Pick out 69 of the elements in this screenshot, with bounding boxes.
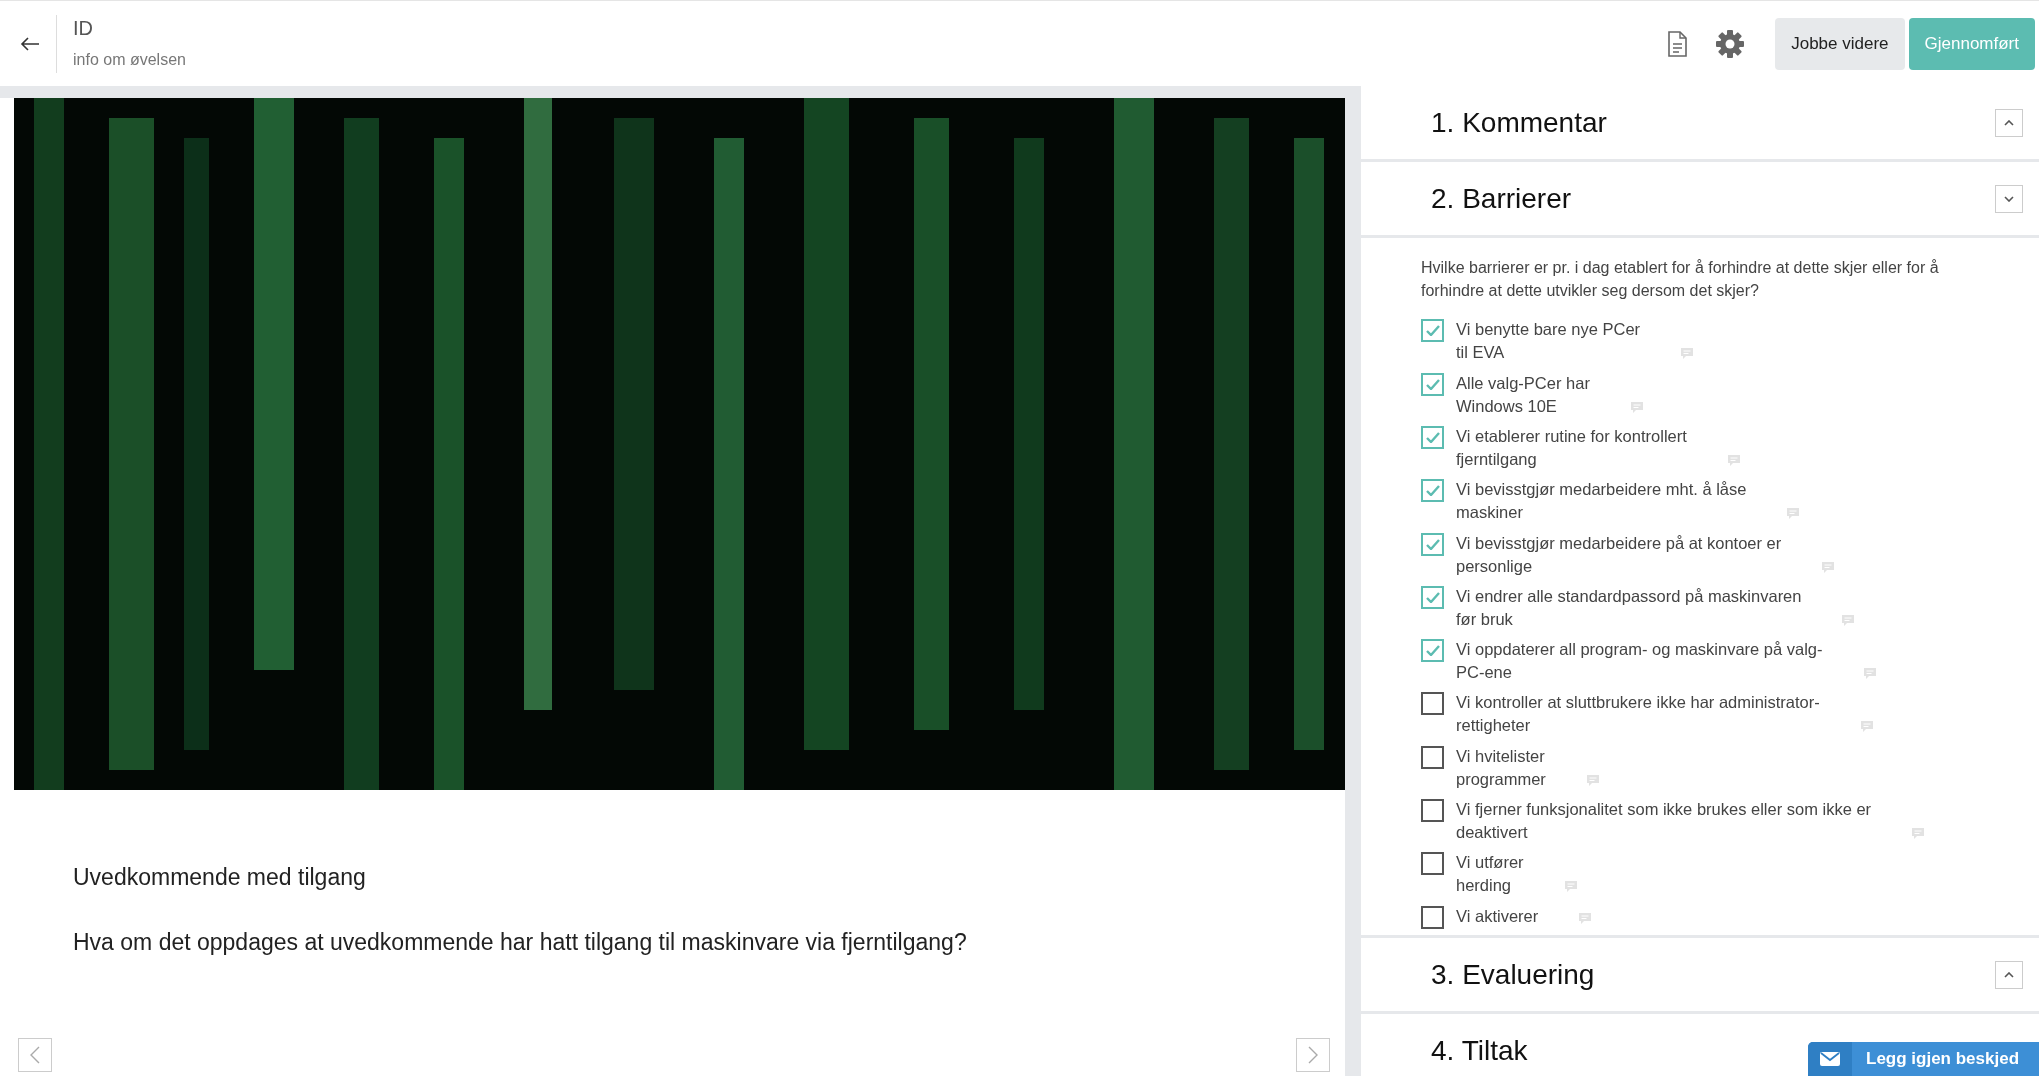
- comment-icon: [1563, 880, 1578, 894]
- chevron-left-icon: [30, 1046, 40, 1064]
- checkbox-label: Vi aktiverer: [1456, 905, 1539, 927]
- checkbox-label: Alle valg-PCer har Windows 10E: [1456, 372, 1590, 417]
- page-title: ID: [73, 15, 94, 40]
- checkmark-icon: [1425, 325, 1440, 337]
- comment-icon: [1629, 400, 1644, 414]
- checkmark-icon: [1425, 645, 1440, 657]
- previous-button[interactable]: [18, 1038, 52, 1072]
- header-button[interactable]: Jobbe videre: [1775, 17, 1905, 70]
- checkmark-icon: [1425, 591, 1440, 603]
- header-button[interactable]: Gjennomført: [1908, 17, 2035, 70]
- checkbox-label: Vi oppdaterer all program- og maskinvare på valg- PC-ene: [1456, 639, 1823, 684]
- section-title: 3. Evaluering: [1431, 957, 1595, 992]
- toggle-button[interactable]: [1995, 184, 2023, 213]
- checkbox-label: Vi fjerner funksjonalitet som ikke brukes eller som ikke er deaktivert: [1456, 799, 1872, 844]
- checkbox[interactable]: [1421, 905, 1444, 929]
- comment-icon: [1911, 827, 1926, 841]
- document-icon: [1667, 30, 1688, 57]
- toggle-button[interactable]: [1995, 108, 2023, 137]
- checkbox-label: Vi kontroller at sluttbrukere ikke har administrator- rettigheter: [1456, 692, 1820, 737]
- checkmark-icon: [1425, 431, 1440, 443]
- comment-icon: [1585, 773, 1600, 787]
- checkbox[interactable]: [1421, 639, 1444, 663]
- settings-icon: [1715, 28, 1746, 59]
- checkbox-label: Vi benytte bare nye PCer til EVA: [1456, 319, 1641, 364]
- chevron-up-icon: [2004, 971, 2014, 978]
- checkbox[interactable]: [1421, 585, 1444, 609]
- checkbox-label: Vi bevisstgjør medarbeidere mht. å låse maskiner: [1456, 479, 1747, 524]
- page-subtitle: info om øvelsen: [73, 49, 186, 70]
- checkbox[interactable]: [1421, 372, 1444, 396]
- comment-icon: [1821, 560, 1836, 574]
- comment-icon: [1859, 720, 1874, 734]
- section-title: 2. Barrierer: [1431, 181, 1572, 216]
- checkbox[interactable]: [1421, 479, 1444, 503]
- chevron-down-icon: [2004, 195, 2014, 202]
- section-prompt: Hvilke barrierer er pr. i dag etablert for å forhindre at dette skjer eller for å forhindre at dette utvikler seg dersom det skjer?: [1421, 258, 1940, 302]
- scenario-question: Hva om det oppdages at uvedkommende har hatt tilgang til maskinvare via fjerntilgang?: [73, 927, 968, 957]
- envelope-icon: [1820, 1052, 1840, 1066]
- comment-icon: [1862, 667, 1877, 681]
- toggle-button[interactable]: [1995, 960, 2023, 989]
- checkbox-label: Vi bevisstgjør medarbeidere på at kontoer er personlige: [1456, 532, 1782, 577]
- checkbox[interactable]: [1421, 319, 1444, 343]
- comment-icon: [1680, 347, 1695, 361]
- checkbox[interactable]: [1421, 745, 1444, 769]
- checkbox-label: Vi endrer alle standardpassord på maskinvaren før bruk: [1456, 585, 1802, 630]
- leave-message-button[interactable]: Legg igjen beskjed: [1808, 1042, 2039, 1076]
- chevron-right-icon: [1308, 1046, 1318, 1064]
- comment-icon: [1786, 507, 1801, 521]
- checkmark-icon: [1425, 485, 1440, 497]
- checkbox-label: Vi etablerer rutine for kontrollert fjerntilgang: [1456, 425, 1687, 470]
- section-title: 1. Kommentar: [1431, 105, 1607, 140]
- checkmark-icon: [1425, 538, 1440, 550]
- chevron-up-icon: [2004, 119, 2014, 126]
- checkbox-label: Vi hvitelister programmer: [1456, 745, 1546, 790]
- checkmark-icon: [1425, 378, 1440, 390]
- checkbox[interactable]: [1421, 692, 1444, 716]
- checkbox[interactable]: [1421, 425, 1444, 449]
- comment-icon: [1578, 911, 1593, 925]
- next-button[interactable]: [1296, 1038, 1330, 1072]
- checkbox[interactable]: [1421, 799, 1444, 823]
- checkbox[interactable]: [1421, 532, 1444, 556]
- back-arrow-icon: [20, 36, 40, 51]
- checkbox[interactable]: [1421, 852, 1444, 876]
- section-title: 4. Tiltak: [1431, 1033, 1528, 1068]
- comment-icon: [1841, 613, 1856, 627]
- checkbox-label: Vi utfører herding: [1456, 852, 1524, 897]
- scenario-title: Uvedkommende med tilgang: [73, 863, 367, 892]
- comment-icon: [1726, 453, 1741, 467]
